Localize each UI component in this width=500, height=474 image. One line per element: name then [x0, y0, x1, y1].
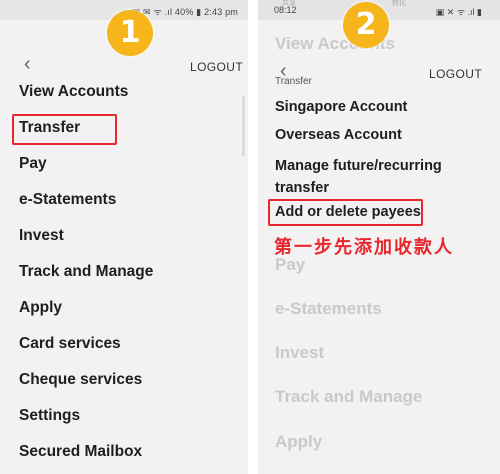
submenu-overseas-account[interactable]: Overseas Account: [275, 127, 402, 143]
logout-button[interactable]: LOGOUT: [190, 60, 243, 74]
submenu-manage-recurring-transfer[interactable]: Manage future/recurring transfer: [275, 155, 475, 199]
step-badge-2: 2: [343, 2, 389, 48]
annotation-text: 第一步先添加收款人: [274, 237, 454, 258]
menu-item-track-and-manage[interactable]: Track and Manage: [19, 263, 153, 281]
back-chevron-icon[interactable]: ‹: [24, 54, 31, 74]
highlight-box-transfer: [12, 114, 117, 145]
menu-item-card-services[interactable]: Card services: [19, 335, 121, 353]
highlight-box-add-payees: [268, 199, 423, 226]
status-faint-label: 转化: [392, 0, 406, 7]
menu-item-settings[interactable]: Settings: [19, 407, 80, 425]
menu-item-invest[interactable]: Invest: [19, 227, 64, 245]
menu-item-pay[interactable]: Pay: [19, 155, 47, 173]
step-badge-1: 1: [107, 10, 153, 56]
menu-item-apply[interactable]: Apply: [19, 299, 62, 317]
menu-item-secured-mailbox[interactable]: Secured Mailbox: [19, 443, 142, 461]
status-icons: ▣ ✕ ᯤ .ıl ▮: [435, 7, 482, 17]
faded-menu-apply: Apply: [275, 432, 323, 451]
menu-item-e-statements[interactable]: e-Statements: [19, 191, 116, 209]
scrollbar[interactable]: [242, 96, 245, 156]
menu-item-cheque-services[interactable]: Cheque services: [19, 371, 142, 389]
menu-item-view-accounts[interactable]: View Accounts: [19, 83, 128, 101]
faded-menu-invest: Invest: [275, 343, 325, 362]
breadcrumb: Transfer: [275, 76, 312, 87]
faded-menu-track-and-manage: Track and Manage: [275, 387, 423, 406]
submenu-singapore-account[interactable]: Singapore Account: [275, 99, 407, 115]
phone-screen-step-1: ☼ ▣ ✉ ᯤ .ıl 40% ▮ 2:43 pm ‹ LOGOUT View …: [0, 0, 248, 474]
logout-button[interactable]: LOGOUT: [429, 67, 482, 81]
status-time: 08:12: [274, 5, 297, 15]
faded-menu-e-statements: e-Statements: [275, 299, 382, 318]
